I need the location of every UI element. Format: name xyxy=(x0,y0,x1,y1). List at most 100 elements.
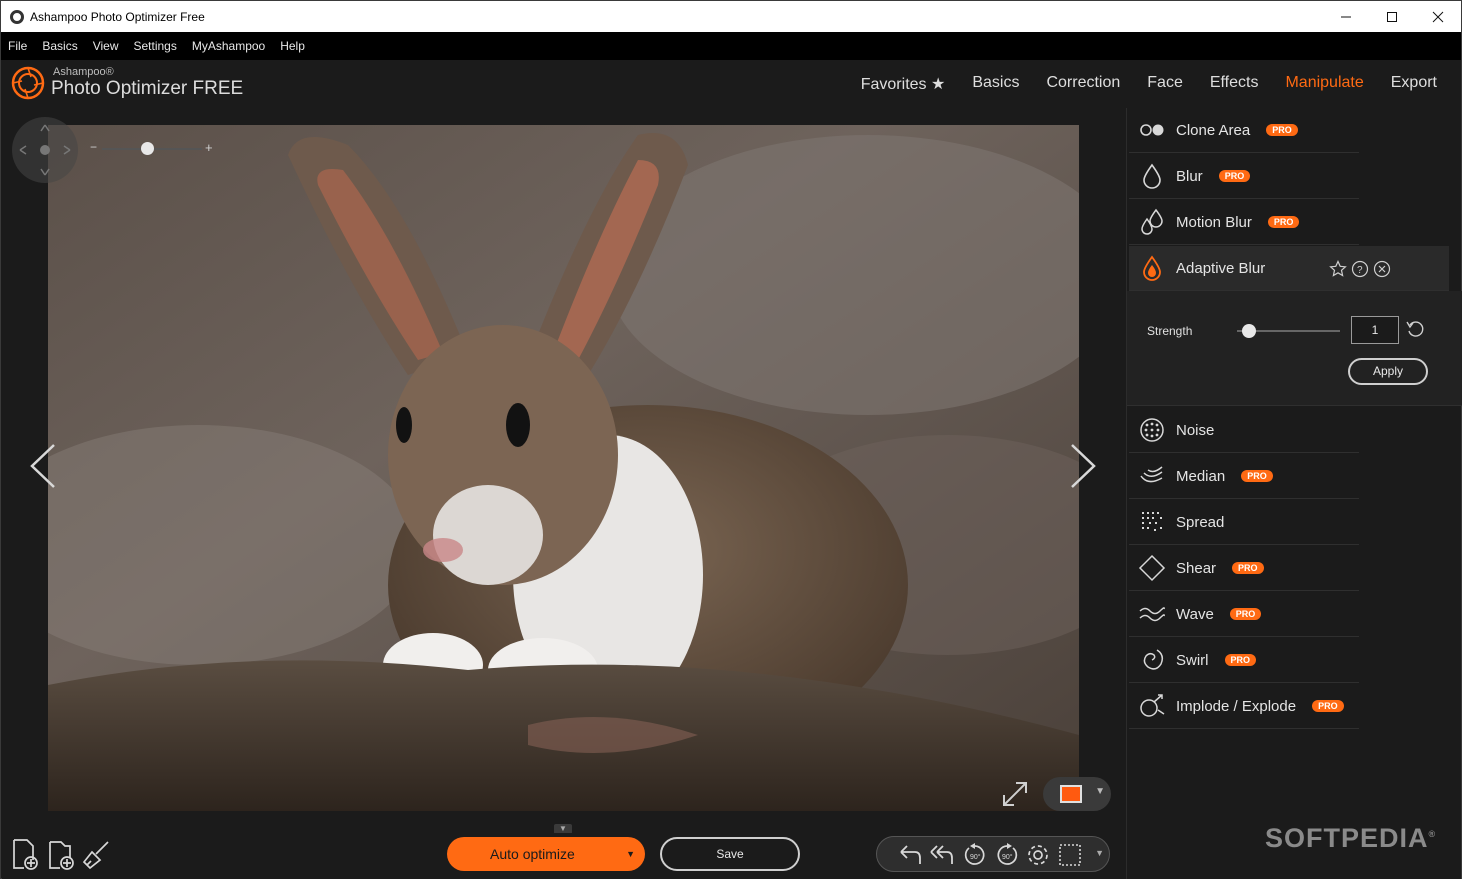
brand-logo-icon xyxy=(11,66,45,100)
undo-all-icon[interactable] xyxy=(929,842,955,868)
menu-basics[interactable]: Basics xyxy=(42,39,77,53)
reset-tool-icon[interactable] xyxy=(1373,260,1391,278)
minimize-button[interactable] xyxy=(1323,1,1369,32)
brand-product: Photo Optimizer FREE xyxy=(51,78,244,99)
undo-icon[interactable] xyxy=(897,842,923,868)
adaptive-blur-settings: Strength 1 Apply xyxy=(1127,291,1462,406)
add-folder-icon[interactable] xyxy=(46,838,76,870)
photo-preview xyxy=(48,125,1079,811)
median-icon xyxy=(1140,466,1163,483)
pan-arrows-icon xyxy=(19,124,71,176)
pro-badge: PRO xyxy=(1218,170,1251,182)
maximize-icon xyxy=(1387,11,1397,22)
auto-optimize-button[interactable]: Auto optimize ▼ xyxy=(447,837,645,871)
tool-motion-blur[interactable]: Motion Blur PRO xyxy=(1129,200,1359,245)
zoom-slider-thumb[interactable] xyxy=(141,142,154,155)
spread-icon xyxy=(1142,512,1162,531)
window-title: Ashampoo Photo Optimizer Free xyxy=(30,9,205,24)
swirl-icon xyxy=(1143,649,1164,670)
previous-image-icon[interactable] xyxy=(28,441,58,491)
tab-manipulate[interactable]: Manipulate xyxy=(1285,74,1363,94)
brand-company: Ashampoo® xyxy=(53,66,114,78)
tool-implode-explode[interactable]: Implode / Explode PRO xyxy=(1129,684,1359,729)
implode-icon xyxy=(1140,694,1165,717)
tool-blur[interactable]: Blur PRO xyxy=(1129,154,1359,199)
auto-optimize-label: Auto optimize xyxy=(490,846,575,862)
bottom-toolbar: Auto optimize ▼ Save 90° 90° ▼ xyxy=(2,833,1126,879)
chevron-down-icon[interactable]: ▼ xyxy=(626,849,635,859)
menu-myashampoo[interactable]: MyAshampoo xyxy=(192,39,265,53)
clone-icon xyxy=(1140,124,1164,136)
svg-text:90°: 90° xyxy=(970,853,981,861)
close-button[interactable] xyxy=(1415,1,1461,32)
maximize-button[interactable] xyxy=(1369,1,1415,32)
clear-brush-icon[interactable] xyxy=(82,838,112,870)
svg-text:90°: 90° xyxy=(1002,853,1013,861)
tool-label: Median xyxy=(1176,467,1226,485)
shear-icon xyxy=(1138,554,1166,582)
menu-settings[interactable]: Settings xyxy=(133,39,176,53)
apply-button[interactable]: Apply xyxy=(1348,358,1428,385)
tab-export[interactable]: Export xyxy=(1391,74,1437,94)
fullscreen-icon[interactable] xyxy=(998,777,1032,811)
tool-label: Wave xyxy=(1176,605,1214,623)
tab-basics[interactable]: Basics xyxy=(972,74,1019,94)
chevron-down-icon[interactable]: ▼ xyxy=(1095,848,1104,858)
tool-swirl[interactable]: Swirl PRO xyxy=(1129,638,1359,683)
settings-gear-icon[interactable] xyxy=(1025,842,1051,868)
tool-label: Noise xyxy=(1176,421,1215,439)
view-mode-toggle[interactable]: ▼ xyxy=(1043,777,1111,811)
undo-strength-icon[interactable] xyxy=(1405,319,1425,339)
tool-adaptive-blur[interactable]: Adaptive Blur ? xyxy=(1129,246,1449,291)
zoom-out-button[interactable]: − xyxy=(90,140,97,154)
menu-file[interactable]: File xyxy=(8,39,27,53)
next-image-icon[interactable] xyxy=(1068,441,1098,491)
drop-icon xyxy=(1143,163,1161,189)
tab-effects[interactable]: Effects xyxy=(1210,74,1259,94)
pro-badge: PRO xyxy=(1241,470,1273,482)
strength-value-input[interactable]: 1 xyxy=(1351,316,1399,344)
pro-badge: PRO xyxy=(1312,700,1344,712)
softpedia-watermark: SOFTPEDIA® xyxy=(1265,823,1437,853)
close-icon xyxy=(1432,11,1444,22)
tool-wave[interactable]: Wave PRO xyxy=(1129,592,1359,637)
menu-view[interactable]: View xyxy=(93,39,119,53)
app-window: Ashampoo Photo Optimizer Free File Basic… xyxy=(0,0,1462,879)
wave-icon xyxy=(1139,607,1165,622)
pro-badge: PRO xyxy=(1267,216,1300,228)
tool-spread[interactable]: Spread xyxy=(1129,500,1359,545)
main-tabs: Favorites ★ Basics Correction Face Effec… xyxy=(834,74,1437,94)
tool-label: Swirl xyxy=(1176,651,1209,669)
add-file-icon[interactable] xyxy=(10,838,40,870)
tool-label: Motion Blur xyxy=(1176,213,1252,231)
tab-favorites[interactable]: Favorites ★ xyxy=(861,74,946,94)
tool-label: Clone Area xyxy=(1176,121,1251,139)
noise-icon xyxy=(1140,418,1164,442)
tool-label: Shear xyxy=(1176,559,1217,577)
rotate-right-icon[interactable]: 90° xyxy=(993,842,1021,868)
strength-slider-thumb[interactable] xyxy=(1242,324,1257,338)
favorite-star-icon[interactable] xyxy=(1329,260,1347,278)
menu-help[interactable]: Help xyxy=(280,39,305,53)
tool-clone-area[interactable]: Clone Area PRO xyxy=(1129,108,1359,153)
adaptive-drop-icon xyxy=(1143,255,1161,281)
minimize-icon xyxy=(1341,16,1351,17)
pan-navigator[interactable] xyxy=(12,117,78,183)
tool-shear[interactable]: Shear PRO xyxy=(1129,546,1359,591)
app-logo-icon xyxy=(10,9,24,24)
pro-badge: PRO xyxy=(1224,654,1257,666)
save-button[interactable]: Save xyxy=(660,837,800,871)
tool-noise[interactable]: Noise xyxy=(1129,408,1359,453)
selection-icon[interactable] xyxy=(1057,842,1083,868)
svg-text:?: ? xyxy=(1357,265,1363,276)
chevron-down-icon: ▼ xyxy=(1095,786,1105,797)
app-header: Ashampoo® Photo Optimizer FREE Favorites… xyxy=(1,60,1461,108)
tool-label: Implode / Explode xyxy=(1176,697,1297,715)
tool-median[interactable]: Median PRO xyxy=(1129,454,1359,499)
tab-face[interactable]: Face xyxy=(1147,74,1183,94)
tab-correction[interactable]: Correction xyxy=(1046,74,1120,94)
help-icon[interactable]: ? xyxy=(1351,260,1369,278)
rotate-left-icon[interactable]: 90° xyxy=(961,842,989,868)
pro-badge: PRO xyxy=(1229,608,1262,620)
zoom-in-button[interactable]: + xyxy=(205,140,213,155)
